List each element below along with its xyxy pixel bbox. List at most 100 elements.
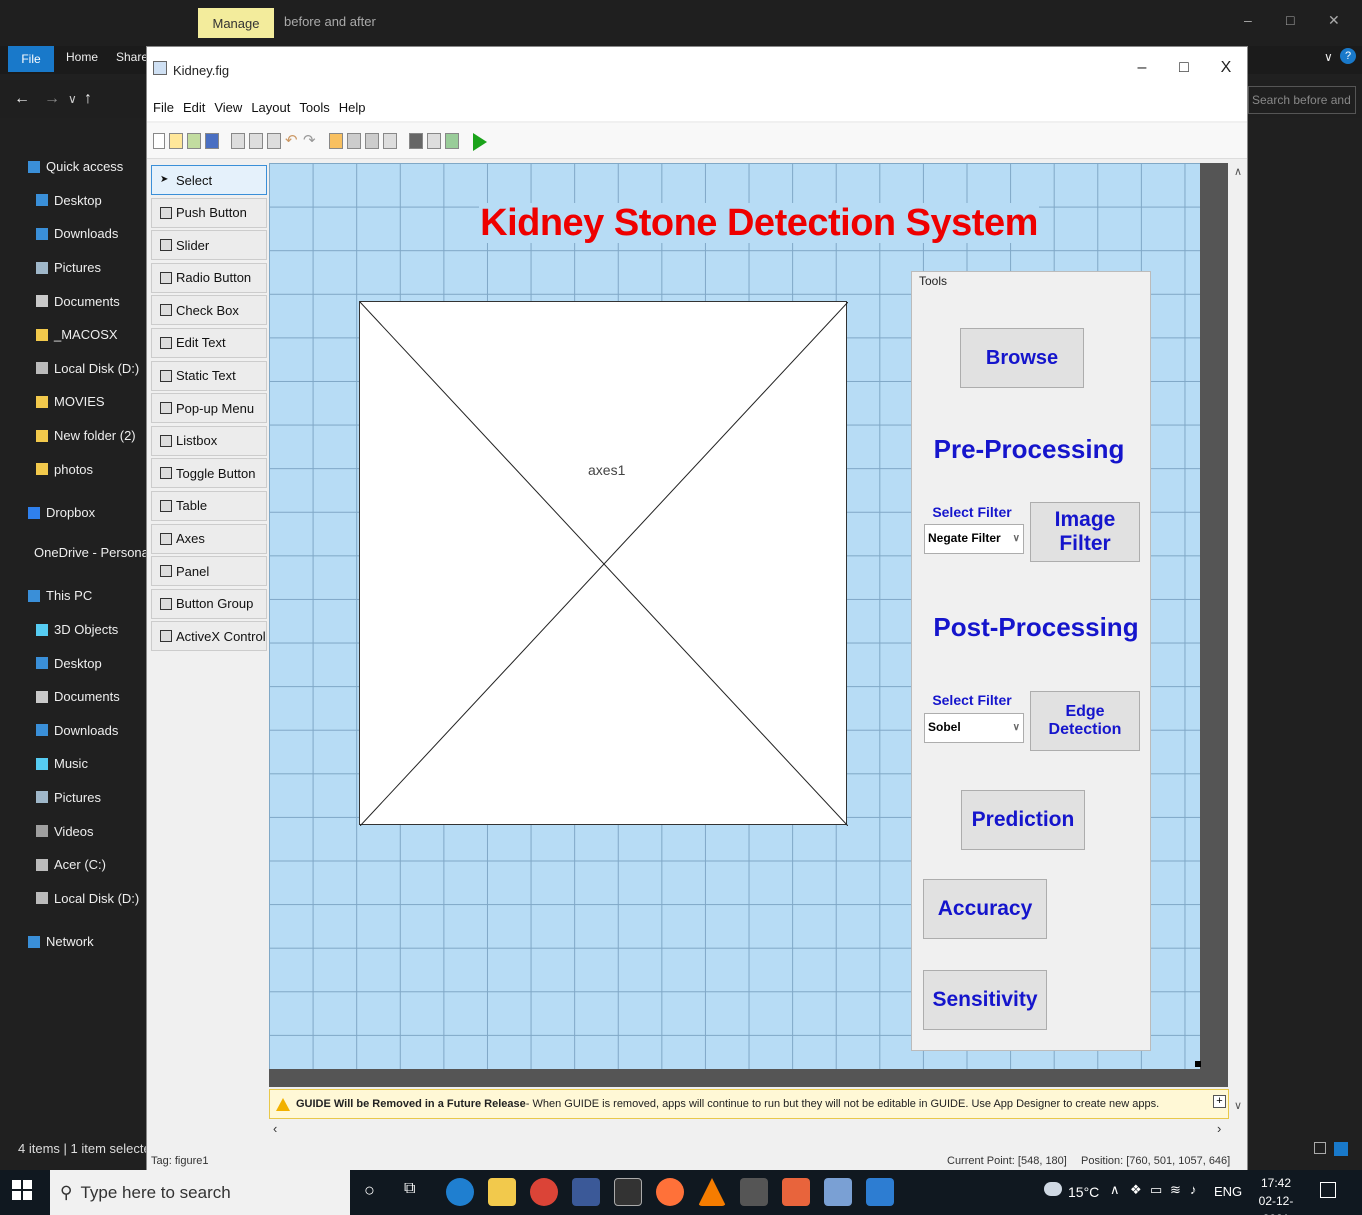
prediction-button[interactable]: Prediction [961,790,1085,850]
wifi-icon[interactable]: ≋ [1170,1182,1181,1198]
close-icon[interactable]: ✕ [1328,12,1340,29]
nav-item[interactable]: Acer (C:) [0,848,148,882]
nav-item[interactable]: 3D Objects [0,613,148,647]
undo-icon[interactable]: ↶ [285,131,298,149]
minimize-icon[interactable]: – [1244,12,1252,28]
nav-item[interactable]: Pictures [0,781,148,815]
up-arrow-icon[interactable]: ↑ [84,90,92,108]
palette-select[interactable]: ➤ Select [151,165,267,195]
resize-handle[interactable] [1195,1061,1201,1067]
cut-icon[interactable] [231,133,245,149]
nav-item[interactable]: MOVIES [0,385,148,419]
photos-icon[interactable] [866,1178,894,1206]
show-hidden-icons[interactable]: ∧ [1110,1182,1120,1198]
nav-item[interactable]: Music [0,747,148,781]
nav-item[interactable]: Network [0,925,148,959]
notifications-icon[interactable] [1320,1182,1336,1198]
run-icon[interactable] [473,133,487,151]
menu-file[interactable]: File [153,100,174,115]
maximize-icon[interactable]: □ [1174,59,1194,77]
nav-item[interactable]: _MACOSX [0,318,148,352]
tools-panel[interactable]: Tools Browse Pre-Processing Select Filte… [911,271,1151,1051]
help-icon[interactable]: ? [1340,48,1356,64]
browse-button[interactable]: Browse [960,328,1084,388]
editor-icon[interactable] [409,133,423,149]
firefox-icon[interactable] [656,1178,684,1206]
tab-order-editor-icon[interactable] [365,133,379,149]
task-view-icon[interactable]: ⧉ [404,1180,415,1198]
object-browser-icon[interactable] [445,133,459,149]
back-arrow-icon[interactable]: ← [14,90,30,108]
edit-icon[interactable] [187,133,201,149]
matlab-icon[interactable] [782,1178,810,1206]
details-view-icon[interactable] [1314,1142,1326,1154]
ribbon-tab-share[interactable]: Share [116,50,148,64]
filter-2-dropdown[interactable]: Sobel ∨ [924,713,1024,743]
palette-static-text[interactable]: Static Text [151,360,267,391]
sensitivity-button[interactable]: Sensitivity [923,970,1047,1030]
palette-push-button[interactable]: Push Button [151,197,267,228]
copy-icon[interactable] [249,133,263,149]
large-icons-view-icon[interactable] [1334,1142,1348,1156]
menu-view[interactable]: View [214,100,242,115]
palette-listbox[interactable]: Listbox [151,425,267,456]
nav-item[interactable]: Videos [0,814,148,848]
save-icon[interactable] [205,133,219,149]
toolbar-editor-icon[interactable] [383,133,397,149]
property-inspector-icon[interactable] [427,133,441,149]
menu-editor-icon[interactable] [347,133,361,149]
manage-tab[interactable]: Manage [198,8,274,38]
new-file-icon[interactable] [153,133,165,149]
nav-item[interactable]: Pictures [0,251,148,285]
notepad-icon[interactable] [740,1178,768,1206]
nav-item[interactable]: Local Disk (D:) [0,881,148,915]
language-indicator[interactable]: ENG [1214,1184,1242,1199]
ribbon-tab-home[interactable]: Home [66,50,98,64]
horizontal-scrollbar[interactable]: ‹ › [269,1121,1229,1137]
nav-item[interactable]: Desktop [0,184,148,218]
vlc-icon[interactable] [698,1178,726,1206]
nav-item[interactable]: Local Disk (D:) [0,352,148,386]
forward-arrow-icon[interactable]: → [44,90,60,108]
menu-help[interactable]: Help [339,100,366,115]
chrome-icon[interactable] [530,1178,558,1206]
palette-radio-button[interactable]: Radio Button [151,262,267,293]
taskbar-search[interactable]: ⚲ Type here to search [50,1170,350,1215]
scroll-down-icon[interactable]: ∨ [1234,1099,1242,1112]
close-icon[interactable]: X [1216,59,1236,77]
palette-activex-control[interactable]: ActiveX Control [151,621,267,652]
dropbox-tray-icon[interactable]: ❖ [1130,1182,1142,1198]
palette-toggle-button[interactable]: Toggle Button [151,458,267,489]
terminal-icon[interactable] [614,1178,642,1206]
filter-1-dropdown[interactable]: Negate Filter ∨ [924,524,1024,554]
nav-item[interactable]: Downloads [0,217,148,251]
file-explorer-icon[interactable] [488,1178,516,1206]
nav-item[interactable]: photos [0,452,148,486]
scroll-right-icon[interactable]: › [1217,1121,1221,1136]
battery-icon[interactable]: ▭ [1150,1182,1162,1198]
layout-canvas[interactable]: Kidney Stone Detection System axes1 Tool… [269,163,1200,1069]
axes1[interactable]: axes1 [359,301,848,826]
menu-edit[interactable]: Edit [183,100,205,115]
clock[interactable]: 17:42 02-12-2021 [1248,1174,1304,1215]
edge-detection-button[interactable]: Edge Detection [1030,691,1140,751]
open-folder-icon[interactable] [169,133,183,149]
palette-pop-up-menu[interactable]: Pop-up Menu [151,393,267,424]
nav-item[interactable]: OneDrive - Personal [0,536,152,570]
expand-icon[interactable]: + [1213,1095,1226,1108]
image-filter-button[interactable]: Image Filter [1030,502,1140,562]
ribbon-tab-file[interactable]: File [8,46,54,72]
palette-table[interactable]: Table [151,490,267,521]
windows-start-icon[interactable] [12,1180,36,1204]
palette-check-box[interactable]: Check Box [151,295,267,326]
align-objects-icon[interactable] [329,133,343,149]
nav-item[interactable]: Desktop [0,646,148,680]
palette-panel[interactable]: Panel [151,556,267,587]
scroll-left-icon[interactable]: ‹ [273,1121,277,1136]
nav-item[interactable]: Documents [0,284,148,318]
nav-item[interactable]: New folder (2) [0,419,148,453]
palette-edit-text[interactable]: Edit Text [151,327,267,358]
accuracy-button[interactable]: Accuracy [923,879,1047,939]
maximize-icon[interactable]: □ [1286,12,1294,28]
nav-item[interactable]: Downloads [0,714,148,748]
